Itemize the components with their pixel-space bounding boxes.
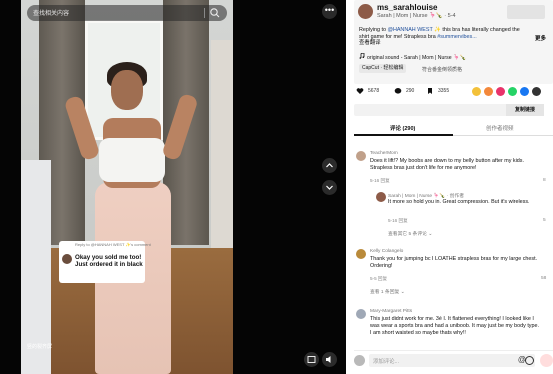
- comment-icon[interactable]: [394, 87, 402, 95]
- comment-meta[interactable]: 5-5 回复: [370, 276, 387, 282]
- like-count: 5678: [368, 88, 380, 94]
- user-avatar: [354, 355, 365, 366]
- caption-mention-link[interactable]: @HANNAH WEST: [387, 27, 432, 33]
- comment-sticker-text: Okay you sold me too! Just ordered it in…: [75, 254, 143, 269]
- share-friends-icon[interactable]: [484, 87, 493, 96]
- caption-toggle-button[interactable]: [304, 352, 319, 367]
- chevron-down-icon: [326, 185, 333, 190]
- post-caption: Replying to @HANNAH WEST ✨ this bra has …: [359, 27, 531, 47]
- more-options-button[interactable]: •••: [322, 4, 337, 19]
- video-bed: [21, 160, 51, 374]
- comment-sticker-avatar: [62, 254, 72, 264]
- translate-link[interactable]: 查看翻译: [359, 40, 381, 46]
- app-window: Reply to @HANNAH WEST ✨'s comment Okay y…: [0, 0, 553, 374]
- reply-text: It more so hold you in. Great compressio…: [388, 199, 530, 205]
- active-tab-indicator: [354, 134, 453, 136]
- share-facebook-icon[interactable]: [520, 87, 529, 96]
- video-person-head: [111, 70, 143, 110]
- comment-author[interactable]: Mary-Margaret Pitts: [370, 309, 412, 314]
- sound-link[interactable]: original sound - Sarah | Mom | Nurse 🦩🍾: [359, 53, 466, 61]
- comment-sticker-reply: Reply to @HANNAH WEST ✨'s comment: [75, 242, 151, 247]
- reply-avatar[interactable]: [376, 192, 386, 202]
- comment-meta[interactable]: 5-16 回复: [370, 178, 390, 184]
- search-placeholder: 查找相关内容: [33, 11, 70, 17]
- tab-comments[interactable]: 评论 (290): [390, 124, 415, 132]
- next-video-button[interactable]: [322, 180, 337, 195]
- comment-text: Does it lift!? My boobs are down to my b…: [370, 158, 524, 171]
- caption-hashtag-link[interactable]: #summervibes...: [437, 34, 477, 40]
- capcut-extra-text: 符合番金倒领质格: [422, 67, 463, 73]
- share-whatsapp-icon[interactable]: [508, 87, 517, 96]
- comment-input-bar: 添加评论... @: [354, 350, 553, 370]
- save-count: 3355: [438, 88, 450, 94]
- chevron-up-icon: [326, 163, 333, 168]
- video-person-top: [99, 138, 165, 182]
- comment-avatar[interactable]: [356, 309, 366, 319]
- comment-text: This just didnt work for me. 3é I. It fl…: [370, 316, 539, 336]
- comment-like-count[interactable]: 8: [543, 178, 546, 183]
- creator-username[interactable]: ms_sarahlouise: [377, 3, 437, 12]
- comment-count: 290: [406, 88, 415, 94]
- sound-label: original sound - Sarah | Mom | Nurse 🦩🍾: [367, 55, 466, 61]
- reply-author[interactable]: Sarah | Mom | Nurse 🦩🍾 · 创作者: [388, 192, 464, 199]
- creator-avatar[interactable]: [358, 4, 373, 19]
- video-frame[interactable]: Reply to @HANNAH WEST ✨'s comment Okay y…: [21, 0, 233, 374]
- share-repost-icon[interactable]: [496, 87, 505, 96]
- view-replies-link[interactable]: 查看 1 条回复 ⌄: [370, 288, 405, 295]
- volume-button[interactable]: [322, 352, 337, 367]
- music-note-icon: [359, 53, 365, 59]
- comment-text: Thank you for jumping bc I LOATHE strapl…: [370, 256, 538, 269]
- search-icon[interactable]: [209, 7, 221, 19]
- tab-creator-videos[interactable]: 创作者视频: [486, 124, 514, 132]
- creator-subline: Sarah | Mom | Nurse 🦩🍾 · 5-4: [377, 13, 456, 19]
- search-bar[interactable]: 查找相关内容: [27, 5, 227, 21]
- previous-video-button[interactable]: [322, 158, 337, 173]
- comment-author[interactable]: Kelly Colangelo: [370, 249, 403, 254]
- caption-icon: [307, 356, 316, 363]
- comment-list: TeacherMom Does it lift!? My boobs are d…: [354, 146, 553, 344]
- follow-button[interactable]: [507, 5, 545, 19]
- search-divider: [204, 8, 205, 18]
- video-link-row[interactable]: 复制链接: [354, 104, 544, 116]
- reply-meta[interactable]: 5-16 回复: [388, 218, 408, 224]
- panel-tabs: 评论 (290) 创作者视频: [354, 122, 553, 136]
- video-pane: Reply to @HANNAH WEST ✨'s comment Okay y…: [0, 0, 346, 374]
- video-watermark: 竖的裂齐屏: [27, 344, 53, 350]
- post-header-card: ms_sarahlouise Sarah | Mom | Nurse 🦩🍾 · …: [354, 0, 553, 84]
- comment-sticker: Reply to @HANNAH WEST ✨'s comment Okay y…: [59, 241, 151, 283]
- capcut-tag[interactable]: CapCut · 轻松编辑: [359, 64, 407, 73]
- caption-prefix: Replying to: [359, 27, 388, 33]
- share-embed-icon[interactable]: [472, 87, 481, 96]
- volume-icon: [326, 356, 331, 363]
- copy-link-button[interactable]: 复制链接: [506, 104, 544, 116]
- bookmark-icon[interactable]: [426, 87, 434, 95]
- reply-like-count[interactable]: 5: [543, 218, 546, 223]
- comment-like-count[interactable]: 58: [541, 276, 546, 281]
- send-button[interactable]: [540, 354, 553, 367]
- comment-input-placeholder: 添加评论...: [373, 359, 400, 365]
- comment-author[interactable]: TeacherMom: [370, 151, 398, 156]
- caption-more-button[interactable]: 更多: [535, 34, 546, 42]
- view-more-replies-link[interactable]: 查看其它 5 条评论 ⌄: [388, 230, 432, 237]
- heart-icon[interactable]: [356, 87, 364, 95]
- comment-input[interactable]: 添加评论... @: [369, 354, 535, 367]
- comment-avatar[interactable]: [356, 249, 366, 259]
- share-more-icon[interactable]: [532, 87, 541, 96]
- comment-avatar[interactable]: [356, 151, 366, 161]
- emoji-icon[interactable]: [525, 356, 534, 365]
- engagement-stats: 5678 290 3355: [354, 86, 553, 100]
- details-panel: ms_sarahlouise Sarah | Mom | Nurse 🦩🍾 · …: [346, 0, 553, 374]
